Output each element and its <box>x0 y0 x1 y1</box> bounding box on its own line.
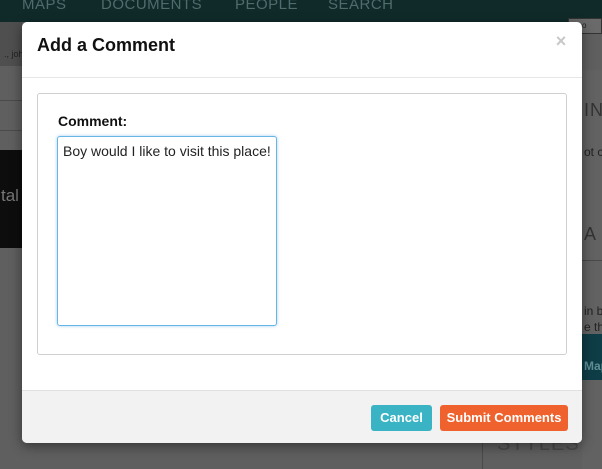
comment-label: Comment: <box>58 113 128 129</box>
nav-item-documents: DOCUMENTS <box>101 0 203 13</box>
nav-item-maps: MAPS <box>22 0 67 13</box>
background-user-text: ., joh <box>4 49 24 59</box>
background-divider <box>0 130 22 131</box>
comment-fieldset: Comment: Boy would I like to visit this … <box>37 93 567 355</box>
background-divider <box>0 100 22 101</box>
background-right-column <box>582 70 602 469</box>
background-right-text: in b <box>584 304 602 318</box>
dialog-header: Add a Comment × <box>22 22 582 78</box>
cancel-button[interactable]: Cancel <box>371 405 432 431</box>
background-right-text: ot c <box>584 145 602 159</box>
submit-comments-button[interactable]: Submit Comments <box>440 405 568 431</box>
dialog-footer: Cancel Submit Comments <box>22 390 582 443</box>
dialog-body: Comment: Boy would I like to visit this … <box>22 78 582 390</box>
nav-item-search: SEARCH <box>328 0 394 13</box>
background-hero-text: tal <box>1 186 19 205</box>
comment-textarea[interactable]: Boy would I like to visit this place! <box>57 136 277 326</box>
add-comment-dialog: Add a Comment × Comment: Boy would I lik… <box>22 22 582 443</box>
top-navigation: MAPS DOCUMENTS PEOPLE SEARCH <box>0 0 602 22</box>
background-right-heading: IN <box>584 100 602 120</box>
background-map-button: Map <box>582 334 602 380</box>
background-divider <box>582 260 602 261</box>
background-right-text: e thi <box>584 320 602 334</box>
background-right-heading: A N <box>584 224 602 244</box>
nav-item-people: PEOPLE <box>235 0 299 13</box>
dialog-title: Add a Comment <box>37 35 176 55</box>
background-user-strip <box>0 22 22 66</box>
close-icon[interactable]: × <box>554 32 568 50</box>
